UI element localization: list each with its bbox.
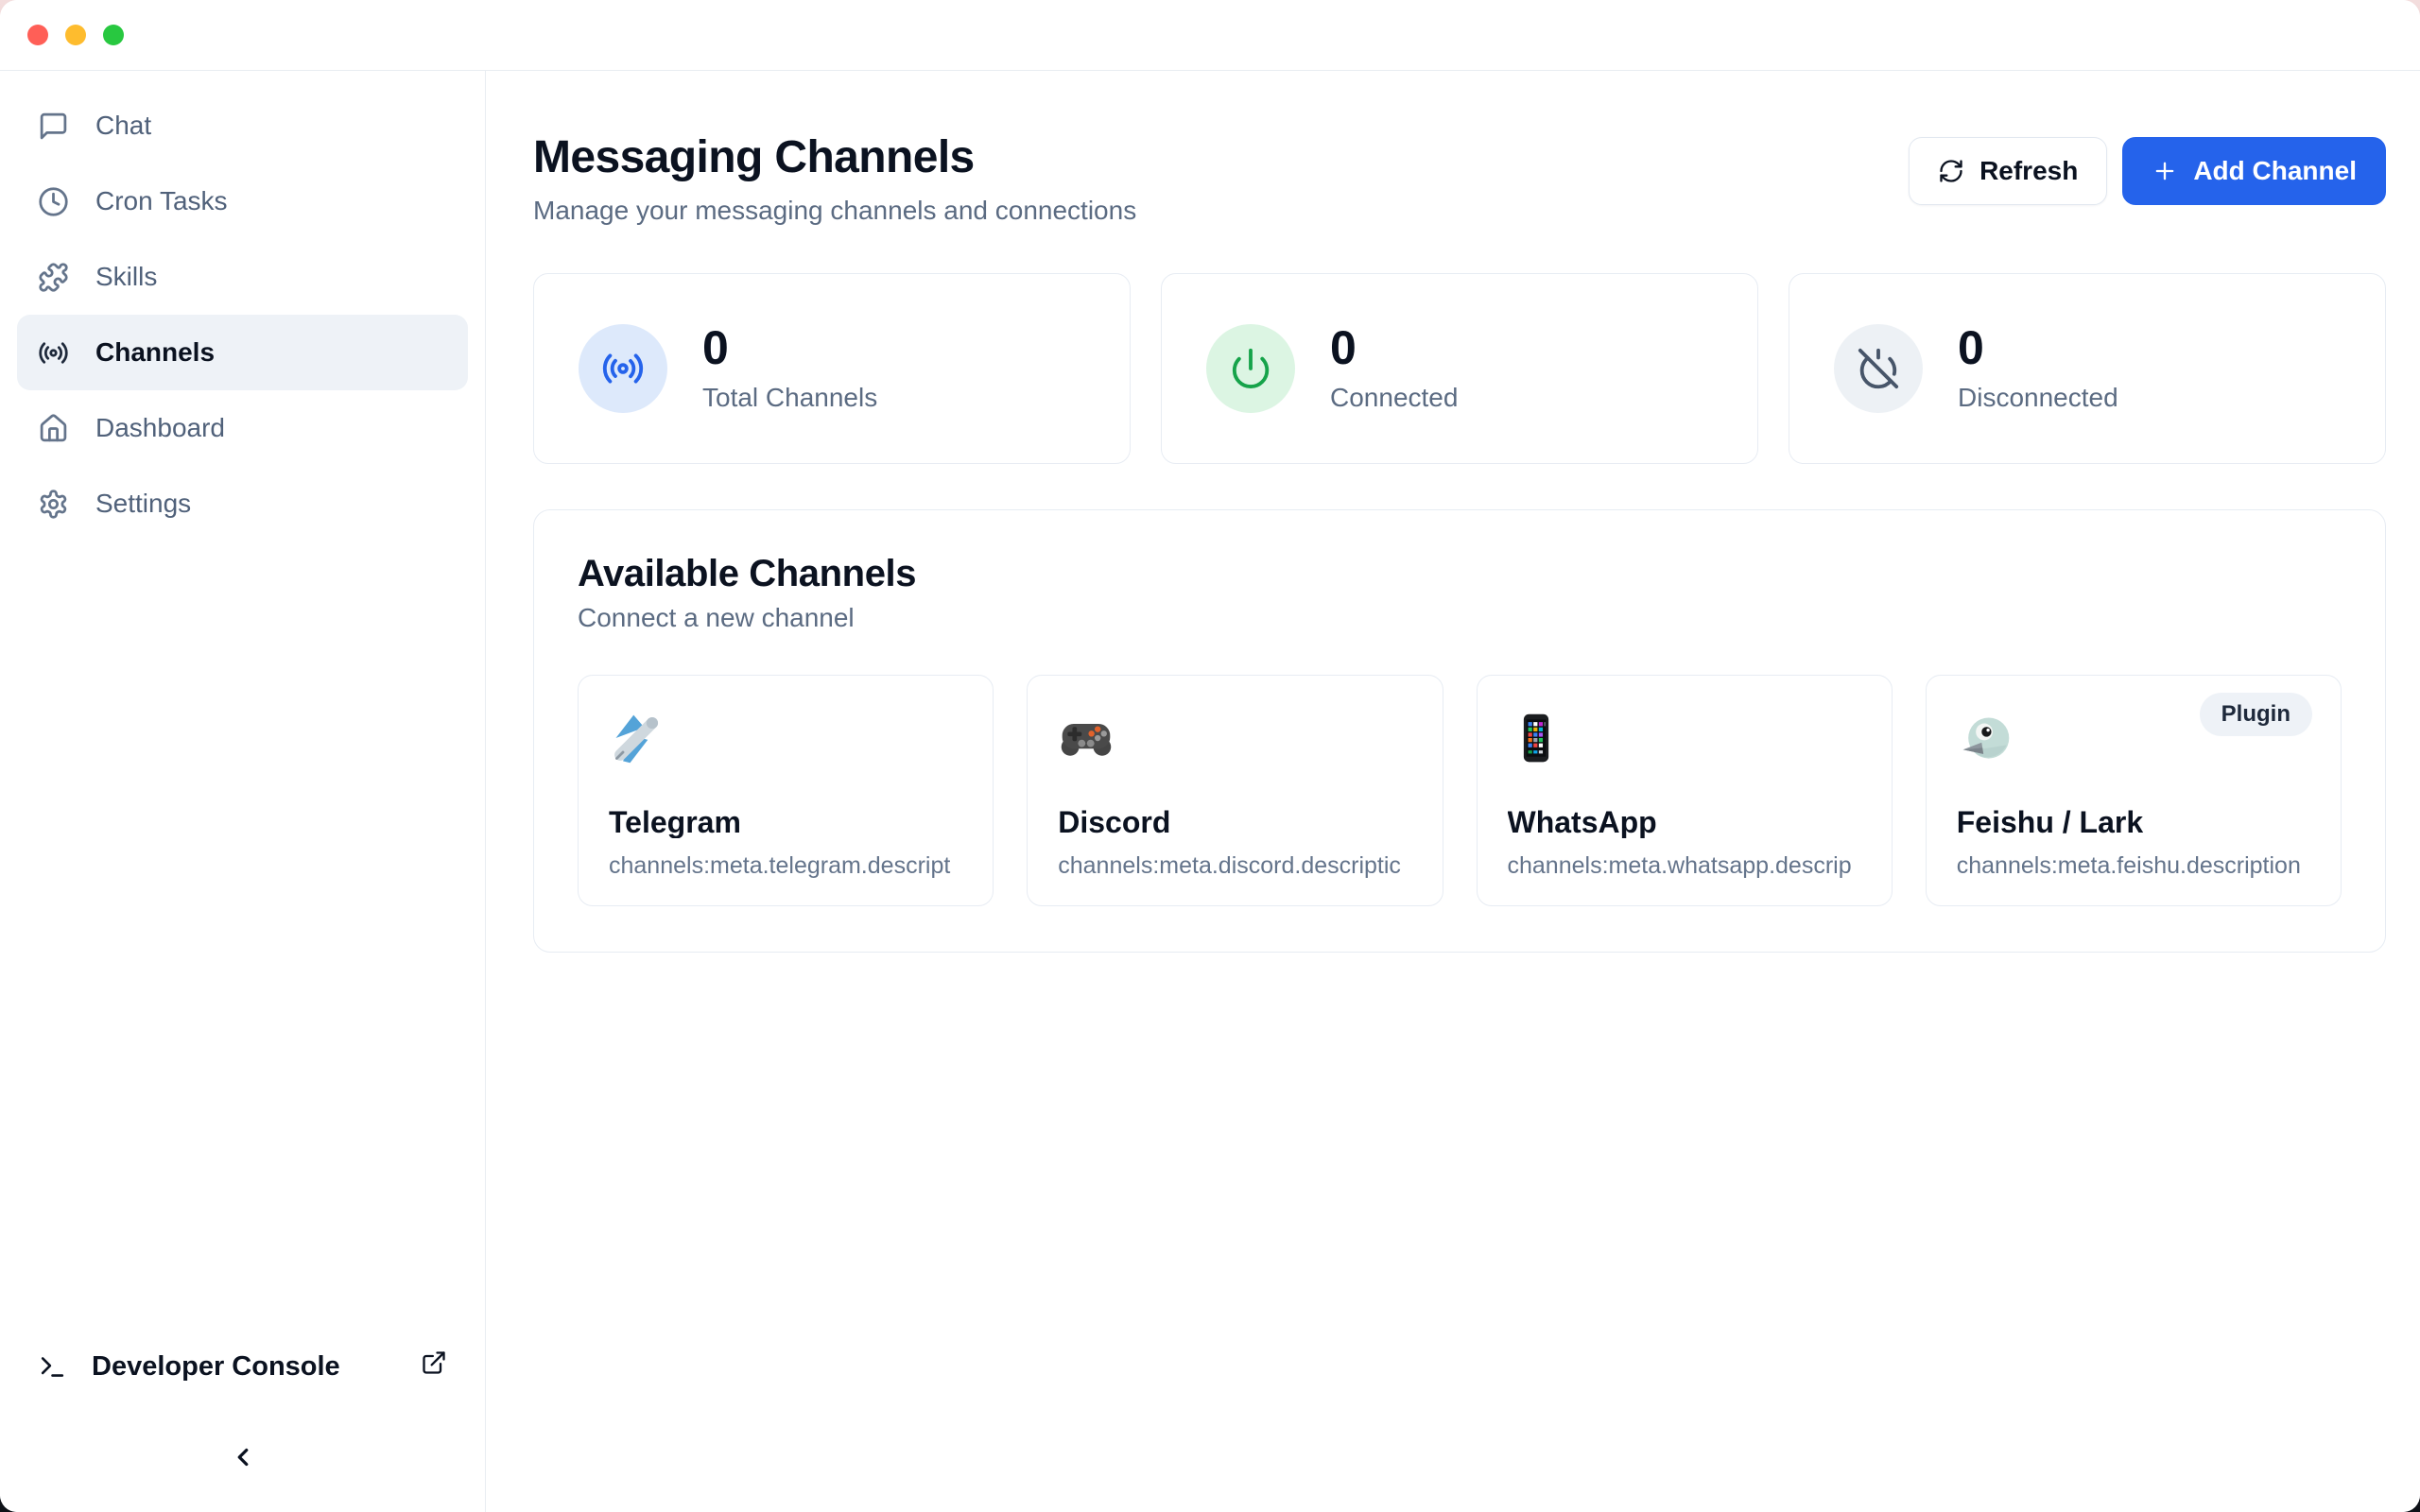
stat-label: Connected xyxy=(1330,383,1458,413)
channel-card-feishu-lark[interactable]: Plugin Feishu xyxy=(1926,675,2342,906)
zoom-window-button[interactable] xyxy=(103,25,124,45)
collapse-sidebar-button[interactable] xyxy=(222,1440,264,1474)
sidebar-item-label: Cron Tasks xyxy=(95,186,228,216)
sidebar-item-label: Dashboard xyxy=(95,413,225,443)
sidebar-item-skills[interactable]: Skills xyxy=(17,239,468,315)
sidebar-item-chat[interactable]: Chat xyxy=(17,88,468,163)
refresh-icon xyxy=(1938,158,1964,184)
available-channels-subtitle: Connect a new channel xyxy=(578,603,2342,633)
stat-card-connected: 0 Connected xyxy=(1161,273,1758,464)
main-content: Messaging Channels Manage your messaging… xyxy=(486,71,2420,1512)
puzzle-icon xyxy=(38,262,69,293)
window-titlebar xyxy=(0,0,2420,71)
sidebar-item-channels[interactable]: Channels xyxy=(17,315,468,390)
app-window: Chat Cron Tasks Skills Channels Dashboar… xyxy=(0,0,2420,1512)
developer-console-label: Developer Console xyxy=(92,1351,340,1383)
minimize-window-button[interactable] xyxy=(65,25,86,45)
chat-bubble-icon xyxy=(38,111,69,142)
gear-icon xyxy=(38,489,69,520)
stat-value: 0 xyxy=(1330,324,1458,371)
channel-card-discord[interactable]: Discord channels:meta.discord.descriptic xyxy=(1027,675,1443,906)
mobile-phone-emoji xyxy=(1508,754,1564,770)
channel-description: channels:meta.whatsapp.descrip xyxy=(1508,851,1861,880)
power-icon xyxy=(1206,324,1295,413)
sidebar-item-label: Settings xyxy=(95,489,191,519)
radio-broadcast-icon xyxy=(38,337,69,369)
stat-card-disconnected: 0 Disconnected xyxy=(1789,273,2386,464)
stat-card-total-channels: 0 Total Channels xyxy=(533,273,1131,464)
chevron-left-icon xyxy=(229,1443,257,1471)
stat-value: 0 xyxy=(702,324,877,371)
channel-grid: Telegram channels:meta.telegram.descript xyxy=(578,675,2342,906)
sidebar-item-label: Channels xyxy=(95,337,215,368)
developer-console-link[interactable]: Developer Console xyxy=(17,1338,468,1395)
header-actions: Refresh Add Channel xyxy=(1909,137,2386,205)
plus-icon xyxy=(2152,158,2178,184)
clock-icon xyxy=(38,186,69,217)
sidebar-item-cron-tasks[interactable]: Cron Tasks xyxy=(17,163,468,239)
home-icon xyxy=(38,413,69,444)
stat-label: Disconnected xyxy=(1958,383,2118,413)
channel-description: channels:meta.discord.descriptic xyxy=(1058,851,1411,880)
close-window-button[interactable] xyxy=(27,25,48,45)
sidebar-item-label: Chat xyxy=(95,111,151,141)
sidebar-item-dashboard[interactable]: Dashboard xyxy=(17,390,468,466)
stat-label: Total Channels xyxy=(702,383,877,413)
channel-name: Feishu / Lark xyxy=(1957,806,2310,838)
page-title: Messaging Channels xyxy=(533,131,1136,184)
airplane-emoji xyxy=(609,754,666,770)
stats-row: 0 Total Channels 0 Connected xyxy=(533,273,2386,464)
terminal-icon xyxy=(38,1352,67,1382)
sidebar: Chat Cron Tasks Skills Channels Dashboar… xyxy=(0,71,486,1512)
channel-name: Discord xyxy=(1058,806,1411,838)
plugin-badge: Plugin xyxy=(2200,693,2312,736)
external-link-icon[interactable] xyxy=(421,1349,447,1383)
channel-description: channels:meta.telegram.descript xyxy=(609,851,962,880)
sidebar-item-label: Skills xyxy=(95,262,157,292)
channel-card-whatsapp[interactable]: WhatsApp channels:meta.whatsapp.descrip xyxy=(1477,675,1893,906)
channel-name: WhatsApp xyxy=(1508,806,1861,838)
stat-value: 0 xyxy=(1958,324,2118,371)
gamepad-emoji xyxy=(1058,754,1115,770)
radio-icon xyxy=(579,324,667,413)
sidebar-footer: Developer Console xyxy=(17,1338,468,1512)
page-subtitle: Manage your messaging channels and conne… xyxy=(533,194,1136,228)
page-header: Messaging Channels Manage your messaging… xyxy=(533,131,2386,228)
add-channel-button[interactable]: Add Channel xyxy=(2122,137,2386,205)
bird-emoji xyxy=(1957,754,2014,770)
sidebar-item-settings[interactable]: Settings xyxy=(17,466,468,541)
power-off-icon xyxy=(1834,324,1923,413)
available-channels-panel: Available Channels Connect a new channel xyxy=(533,509,2386,953)
available-channels-title: Available Channels xyxy=(578,552,2342,595)
channel-name: Telegram xyxy=(609,806,962,838)
refresh-button[interactable]: Refresh xyxy=(1909,137,2107,205)
channel-description: channels:meta.feishu.description xyxy=(1957,851,2310,880)
channel-card-telegram[interactable]: Telegram channels:meta.telegram.descript xyxy=(578,675,994,906)
